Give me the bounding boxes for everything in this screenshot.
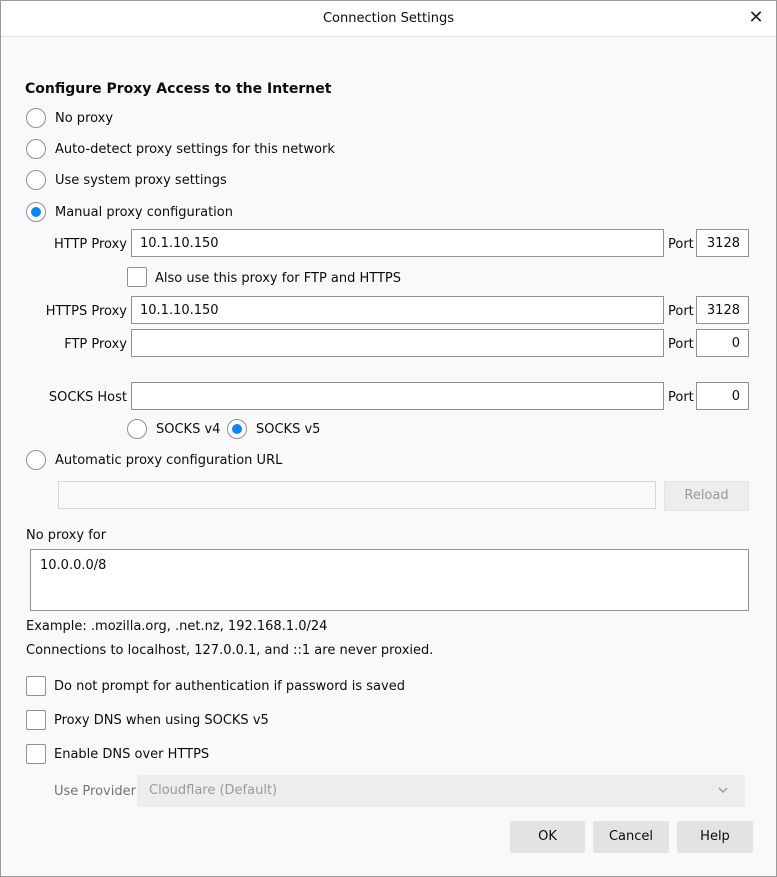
socks-port-input[interactable]: 0 [696,382,749,410]
ok-button[interactable]: OK [510,821,585,853]
dialog-title: Connection Settings [322,11,454,26]
auto-url-input[interactable] [58,481,656,509]
http-proxy-label: HTTP Proxy [53,237,127,252]
socks-host-input[interactable] [131,382,664,410]
https-port-input[interactable]: 3128 [696,296,749,324]
ftp-proxy-label: FTP Proxy [64,337,127,352]
radio-manual-proxy[interactable] [26,202,46,222]
radio-auto-url[interactable] [26,450,46,470]
provider-select-value: Cloudflare (Default) [149,783,278,798]
http-proxy-input[interactable]: 10.1.10.150 [131,229,664,257]
enable-doh-checkbox[interactable] [26,744,46,764]
provider-select[interactable]: Cloudflare (Default) [137,775,745,807]
radio-no-proxy[interactable] [26,108,46,128]
proxy-dns-label: Proxy DNS when using SOCKS v5 [54,713,269,728]
socks-host-label: SOCKS Host [48,390,127,405]
socks-port-label: Port [668,390,694,405]
http-port-label: Port [668,237,694,252]
no-prompt-auth-checkbox[interactable] [26,676,46,696]
cancel-button[interactable]: Cancel [593,821,669,853]
radio-manual-proxy-label: Manual proxy configuration [55,205,233,220]
radio-auto-detect-label: Auto-detect proxy settings for this netw… [55,142,335,157]
connection-settings-dialog: Connection Settings ✕ Configure Proxy Ac… [0,0,777,877]
enable-doh-label: Enable DNS over HTTPS [54,747,210,762]
https-proxy-input[interactable]: 10.1.10.150 [131,296,664,324]
no-proxy-for-label: No proxy for [26,528,107,543]
https-proxy-label: HTTPS Proxy [45,304,127,319]
ftp-port-label: Port [668,337,694,352]
no-prompt-auth-label: Do not prompt for authentication if pass… [54,679,405,694]
provider-label: Use Provider [54,784,136,799]
no-proxy-for-textarea[interactable]: 10.0.0.0/8 [30,549,749,611]
proxy-dns-checkbox[interactable] [26,710,46,730]
chevron-down-icon [718,787,728,794]
http-port-input[interactable]: 3128 [696,229,749,257]
reload-button[interactable]: Reload [664,481,749,511]
radio-system-proxy-label: Use system proxy settings [55,173,227,188]
ftp-proxy-input[interactable] [131,329,664,357]
radio-socks-v5[interactable] [227,419,247,439]
radio-socks-v5-label: SOCKS v5 [256,422,321,437]
help-button[interactable]: Help [677,821,753,853]
also-use-proxy-checkbox[interactable] [127,267,147,287]
localhost-note: Connections to localhost, 127.0.0.1, and… [26,643,434,658]
section-heading: Configure Proxy Access to the Internet [25,81,332,97]
close-icon[interactable]: ✕ [746,8,766,28]
no-proxy-example: Example: .mozilla.org, .net.nz, 192.168.… [26,619,328,634]
radio-auto-url-label: Automatic proxy configuration URL [55,453,283,468]
also-use-proxy-label: Also use this proxy for FTP and HTTPS [155,271,402,286]
radio-no-proxy-label: No proxy [55,111,114,126]
ftp-port-input[interactable]: 0 [696,329,749,357]
radio-socks-v4-label: SOCKS v4 [156,422,221,437]
title-bar: Connection Settings ✕ [1,1,776,37]
radio-auto-detect[interactable] [26,139,46,159]
radio-system-proxy[interactable] [26,170,46,190]
https-port-label: Port [668,304,694,319]
radio-socks-v4[interactable] [127,419,147,439]
